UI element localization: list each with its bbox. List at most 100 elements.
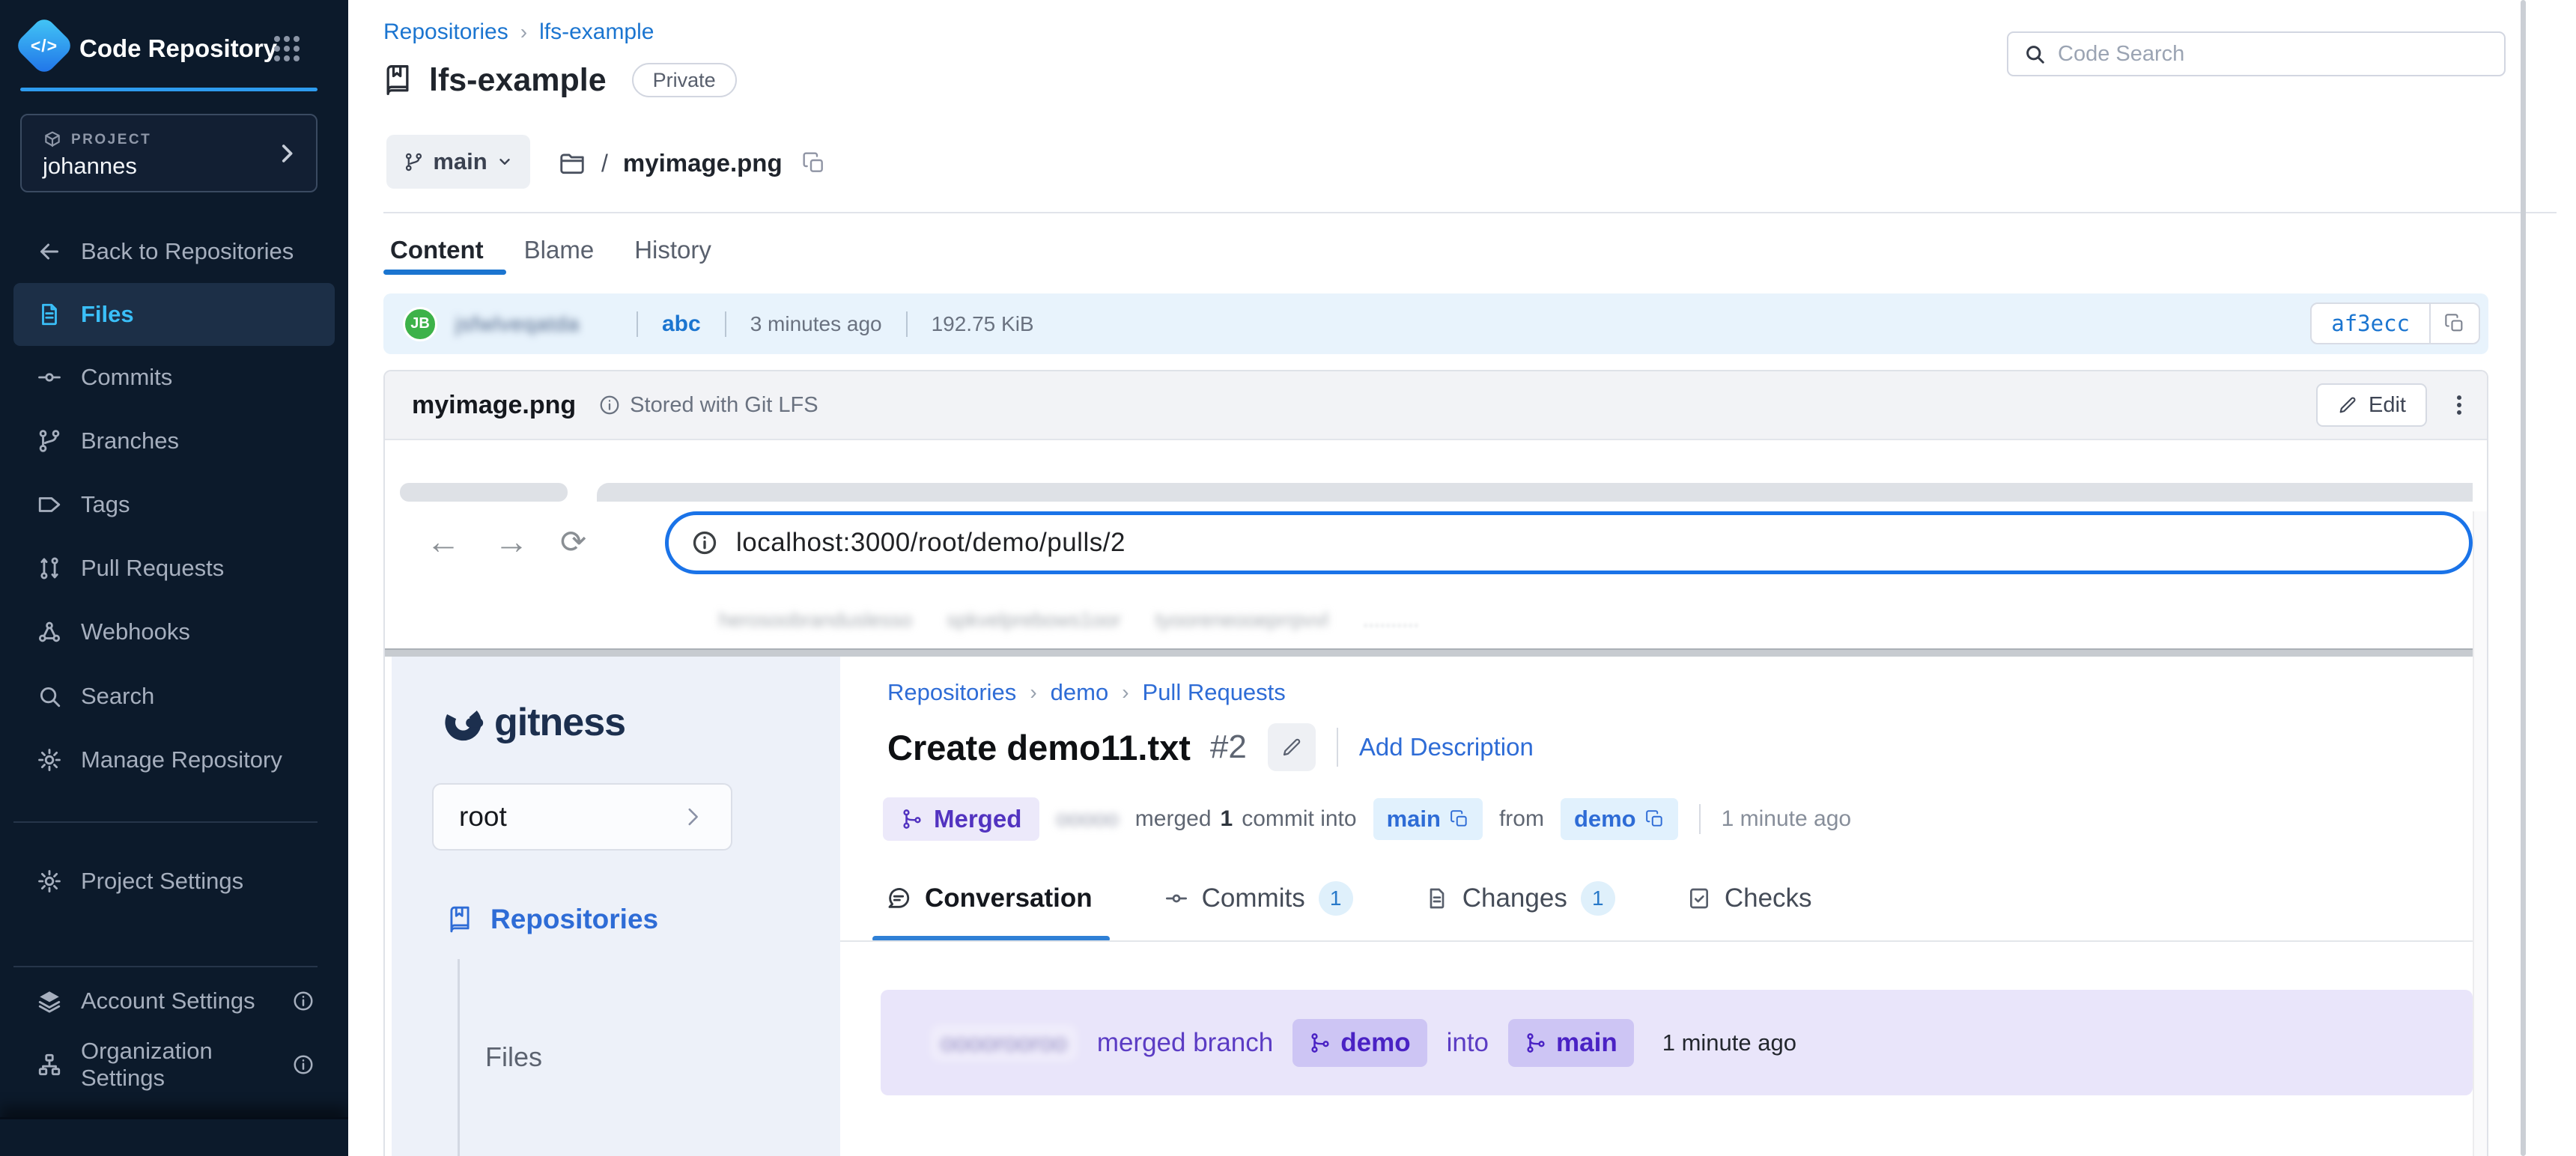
- browser-bookmarks-row: herosoobranduslesso spkvelprebows1oor ty…: [385, 597, 2473, 642]
- sidebar-divider: [13, 966, 318, 967]
- divider: [1699, 804, 1701, 834]
- gitness-tab-checks: Checks: [1687, 883, 1812, 913]
- sidebar-item-account-settings[interactable]: Account Settings: [13, 970, 335, 1032]
- gitness-nav-files: Files: [485, 1041, 542, 1073]
- breadcrumb-separator: ›: [1030, 681, 1036, 705]
- sidebar-item-branches[interactable]: Branches: [13, 410, 335, 472]
- organization-icon: [36, 1052, 63, 1077]
- speech-bubble-icon: [886, 886, 911, 911]
- tab-content[interactable]: Content: [390, 236, 484, 264]
- divider: [637, 311, 638, 337]
- branch-selector[interactable]: main: [386, 135, 530, 189]
- gitness-author-redacted: oooorooroo: [930, 1024, 1078, 1062]
- sidebar-item-commits[interactable]: Commits: [13, 346, 335, 409]
- merge-icon: [901, 808, 923, 830]
- bookmark-redacted: ..........: [1363, 609, 1419, 632]
- merge-icon: [1525, 1032, 1547, 1054]
- sidebar: </> Code Repository PROJECT johannes: [0, 0, 348, 1156]
- page-scrollbar[interactable]: [2521, 0, 2526, 1156]
- target-branch-chip: main: [1373, 798, 1483, 840]
- code-search-box: [2007, 31, 2506, 76]
- sidebar-item-organization-settings[interactable]: Organization Settings: [13, 1033, 335, 1096]
- gitness-pr-title-row: Create demo11.txt #2 Add Description: [887, 720, 1534, 774]
- sidebar-item-label: Files: [81, 301, 134, 328]
- tab-history[interactable]: History: [634, 236, 711, 264]
- branch-icon: [36, 428, 63, 454]
- target-branch-name: main: [1387, 806, 1441, 833]
- sidebar-item-files[interactable]: Files: [13, 283, 335, 346]
- sidebar-item-label: Organization Settings: [81, 1038, 272, 1092]
- sidebar-item-back-to-repositories[interactable]: Back to Repositories: [13, 220, 335, 283]
- gear-icon: [36, 747, 63, 773]
- active-tab-underline: [383, 270, 506, 275]
- chevron-right-icon: [680, 804, 705, 830]
- screenshot-tabstrip-fragment: [597, 483, 2473, 502]
- sidebar-item-project-settings[interactable]: Project Settings: [13, 850, 335, 913]
- search-icon: [36, 684, 63, 709]
- edit-button[interactable]: Edit: [2316, 383, 2427, 427]
- site-info-icon: [691, 529, 718, 556]
- sidebar-divider: [13, 821, 318, 823]
- kebab-menu-icon[interactable]: [2446, 392, 2472, 418]
- sidebar-item-search[interactable]: Search: [13, 665, 335, 728]
- tab-label: Conversation: [925, 883, 1093, 913]
- from-word: from: [1499, 806, 1544, 832]
- sidebar-item-tags[interactable]: Tags: [13, 473, 335, 536]
- project-label: PROJECT: [71, 132, 151, 148]
- divider: [725, 311, 726, 337]
- info-icon: [290, 1053, 317, 1076]
- tab-blame[interactable]: Blame: [524, 236, 595, 264]
- tab-label: Commits: [1202, 883, 1305, 913]
- screenshot-chrome-divider: [385, 648, 2473, 657]
- pencil-icon: [2337, 395, 2358, 416]
- lfs-note: Stored with Git LFS: [598, 393, 818, 418]
- pull-request-icon: [36, 556, 63, 581]
- gitness-pr-title: Create demo11.txt: [887, 727, 1191, 768]
- gitness-nav-label: Repositories: [490, 904, 658, 935]
- sidebar-item-label: Branches: [81, 428, 179, 454]
- code-repository-logo-icon: </>: [13, 15, 75, 76]
- source-branch-name: demo: [1574, 806, 1636, 833]
- copy-icon[interactable]: [802, 151, 826, 175]
- commit-sha-pill: af3ecc: [2310, 302, 2480, 344]
- sidebar-item-label: Manage Repository: [81, 746, 282, 773]
- copy-icon[interactable]: [2429, 304, 2479, 343]
- gitness-main: Repositories › demo › Pull Requests Crea…: [840, 657, 2473, 1156]
- merge-summary-text: merged: [1135, 806, 1212, 832]
- copy-icon: [1645, 809, 1665, 829]
- commit-message-link[interactable]: abc: [662, 311, 701, 337]
- commit-sha[interactable]: af3ecc: [2312, 304, 2429, 343]
- sidebar-item-manage-repository[interactable]: Manage Repository: [13, 728, 335, 791]
- gitness-tab-conversation: Conversation: [886, 883, 1093, 913]
- search-icon: [2023, 43, 2046, 65]
- commit-time: 3 minutes ago: [750, 312, 882, 336]
- code-search-input[interactable]: [2058, 42, 2489, 67]
- folder-icon[interactable]: [558, 149, 586, 177]
- sidebar-item-label: Webhooks: [81, 618, 190, 645]
- chevron-down-icon: [496, 153, 513, 170]
- breadcrumb-repositories[interactable]: Repositories: [383, 19, 508, 45]
- file-name: myimage.png: [412, 391, 576, 420]
- project-selector[interactable]: PROJECT johannes: [20, 114, 318, 192]
- copy-icon: [1450, 809, 1469, 829]
- repository-book-icon: [381, 64, 414, 97]
- bookmark-redacted: tyooreneooeprrpvvl: [1155, 609, 1328, 632]
- tag-icon: [36, 492, 63, 517]
- sidebar-item-pull-requests[interactable]: Pull Requests: [13, 537, 335, 600]
- sidebar-item-webhooks[interactable]: Webhooks: [13, 600, 335, 663]
- commit-icon: [1164, 886, 1188, 910]
- layers-icon: [36, 988, 63, 1014]
- breadcrumb-current[interactable]: lfs-example: [539, 19, 654, 45]
- path-separator: /: [601, 150, 608, 177]
- gitness-merge-activity-row: oooorooroo merged branch demo into: [881, 990, 2473, 1095]
- gitness-merge-summary: merged 1 commit into: [1135, 806, 1357, 832]
- gitness-breadcrumb-section: Pull Requests: [1143, 679, 1286, 706]
- screenshot-tabstrip-fragment: [400, 483, 568, 502]
- gitness-breadcrumb-repo: demo: [1051, 679, 1109, 706]
- file-size: 192.75 KiB: [932, 312, 1034, 336]
- header-divider: [383, 212, 2557, 213]
- merged-status-label: Merged: [934, 805, 1021, 833]
- browser-url-bar: localhost:3000/root/demo/pulls/2: [665, 511, 2473, 574]
- gitness-edit-title-button: [1268, 723, 1316, 771]
- app-switcher-icon[interactable]: [274, 36, 304, 64]
